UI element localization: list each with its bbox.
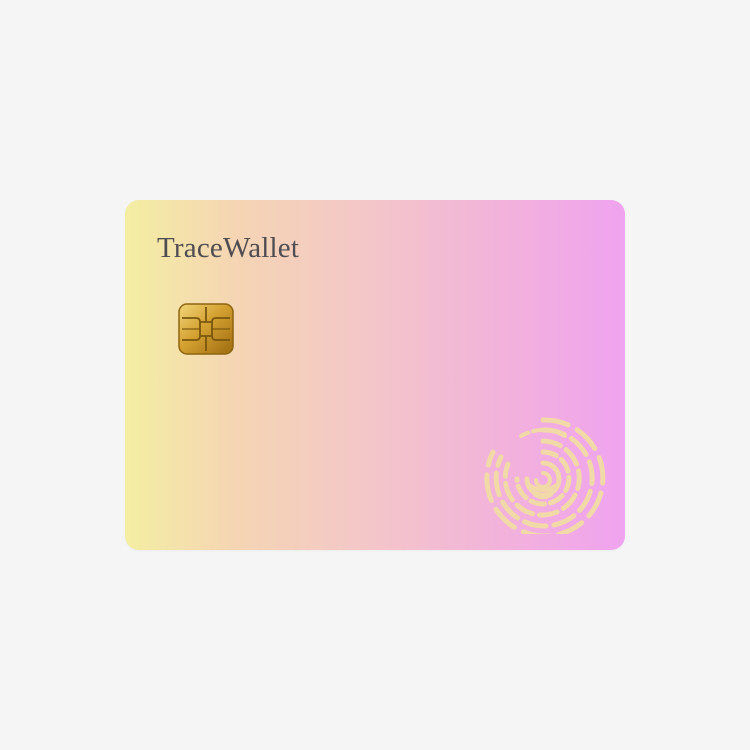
card-brand-name: TraceWallet [157, 232, 300, 264]
payment-card: TraceWallet [125, 200, 625, 550]
emv-chip-icon [178, 303, 234, 355]
page-background: TraceWallet [0, 0, 750, 750]
fingerprint-icon [484, 417, 606, 534]
